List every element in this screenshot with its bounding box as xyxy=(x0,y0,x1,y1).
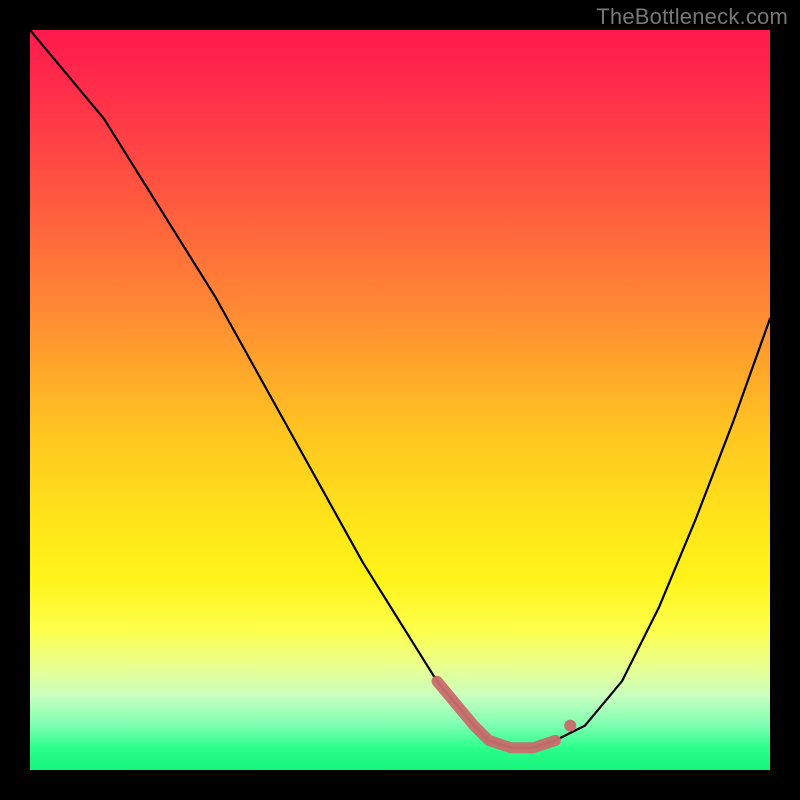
chart-container: TheBottleneck.com xyxy=(0,0,800,800)
chart-svg xyxy=(30,30,770,770)
optimal-dot-marker xyxy=(564,720,576,732)
plot-area xyxy=(30,30,770,770)
bottleneck-curve xyxy=(30,30,770,748)
attribution-text: TheBottleneck.com xyxy=(596,4,788,30)
optimal-range-marker xyxy=(437,681,555,748)
